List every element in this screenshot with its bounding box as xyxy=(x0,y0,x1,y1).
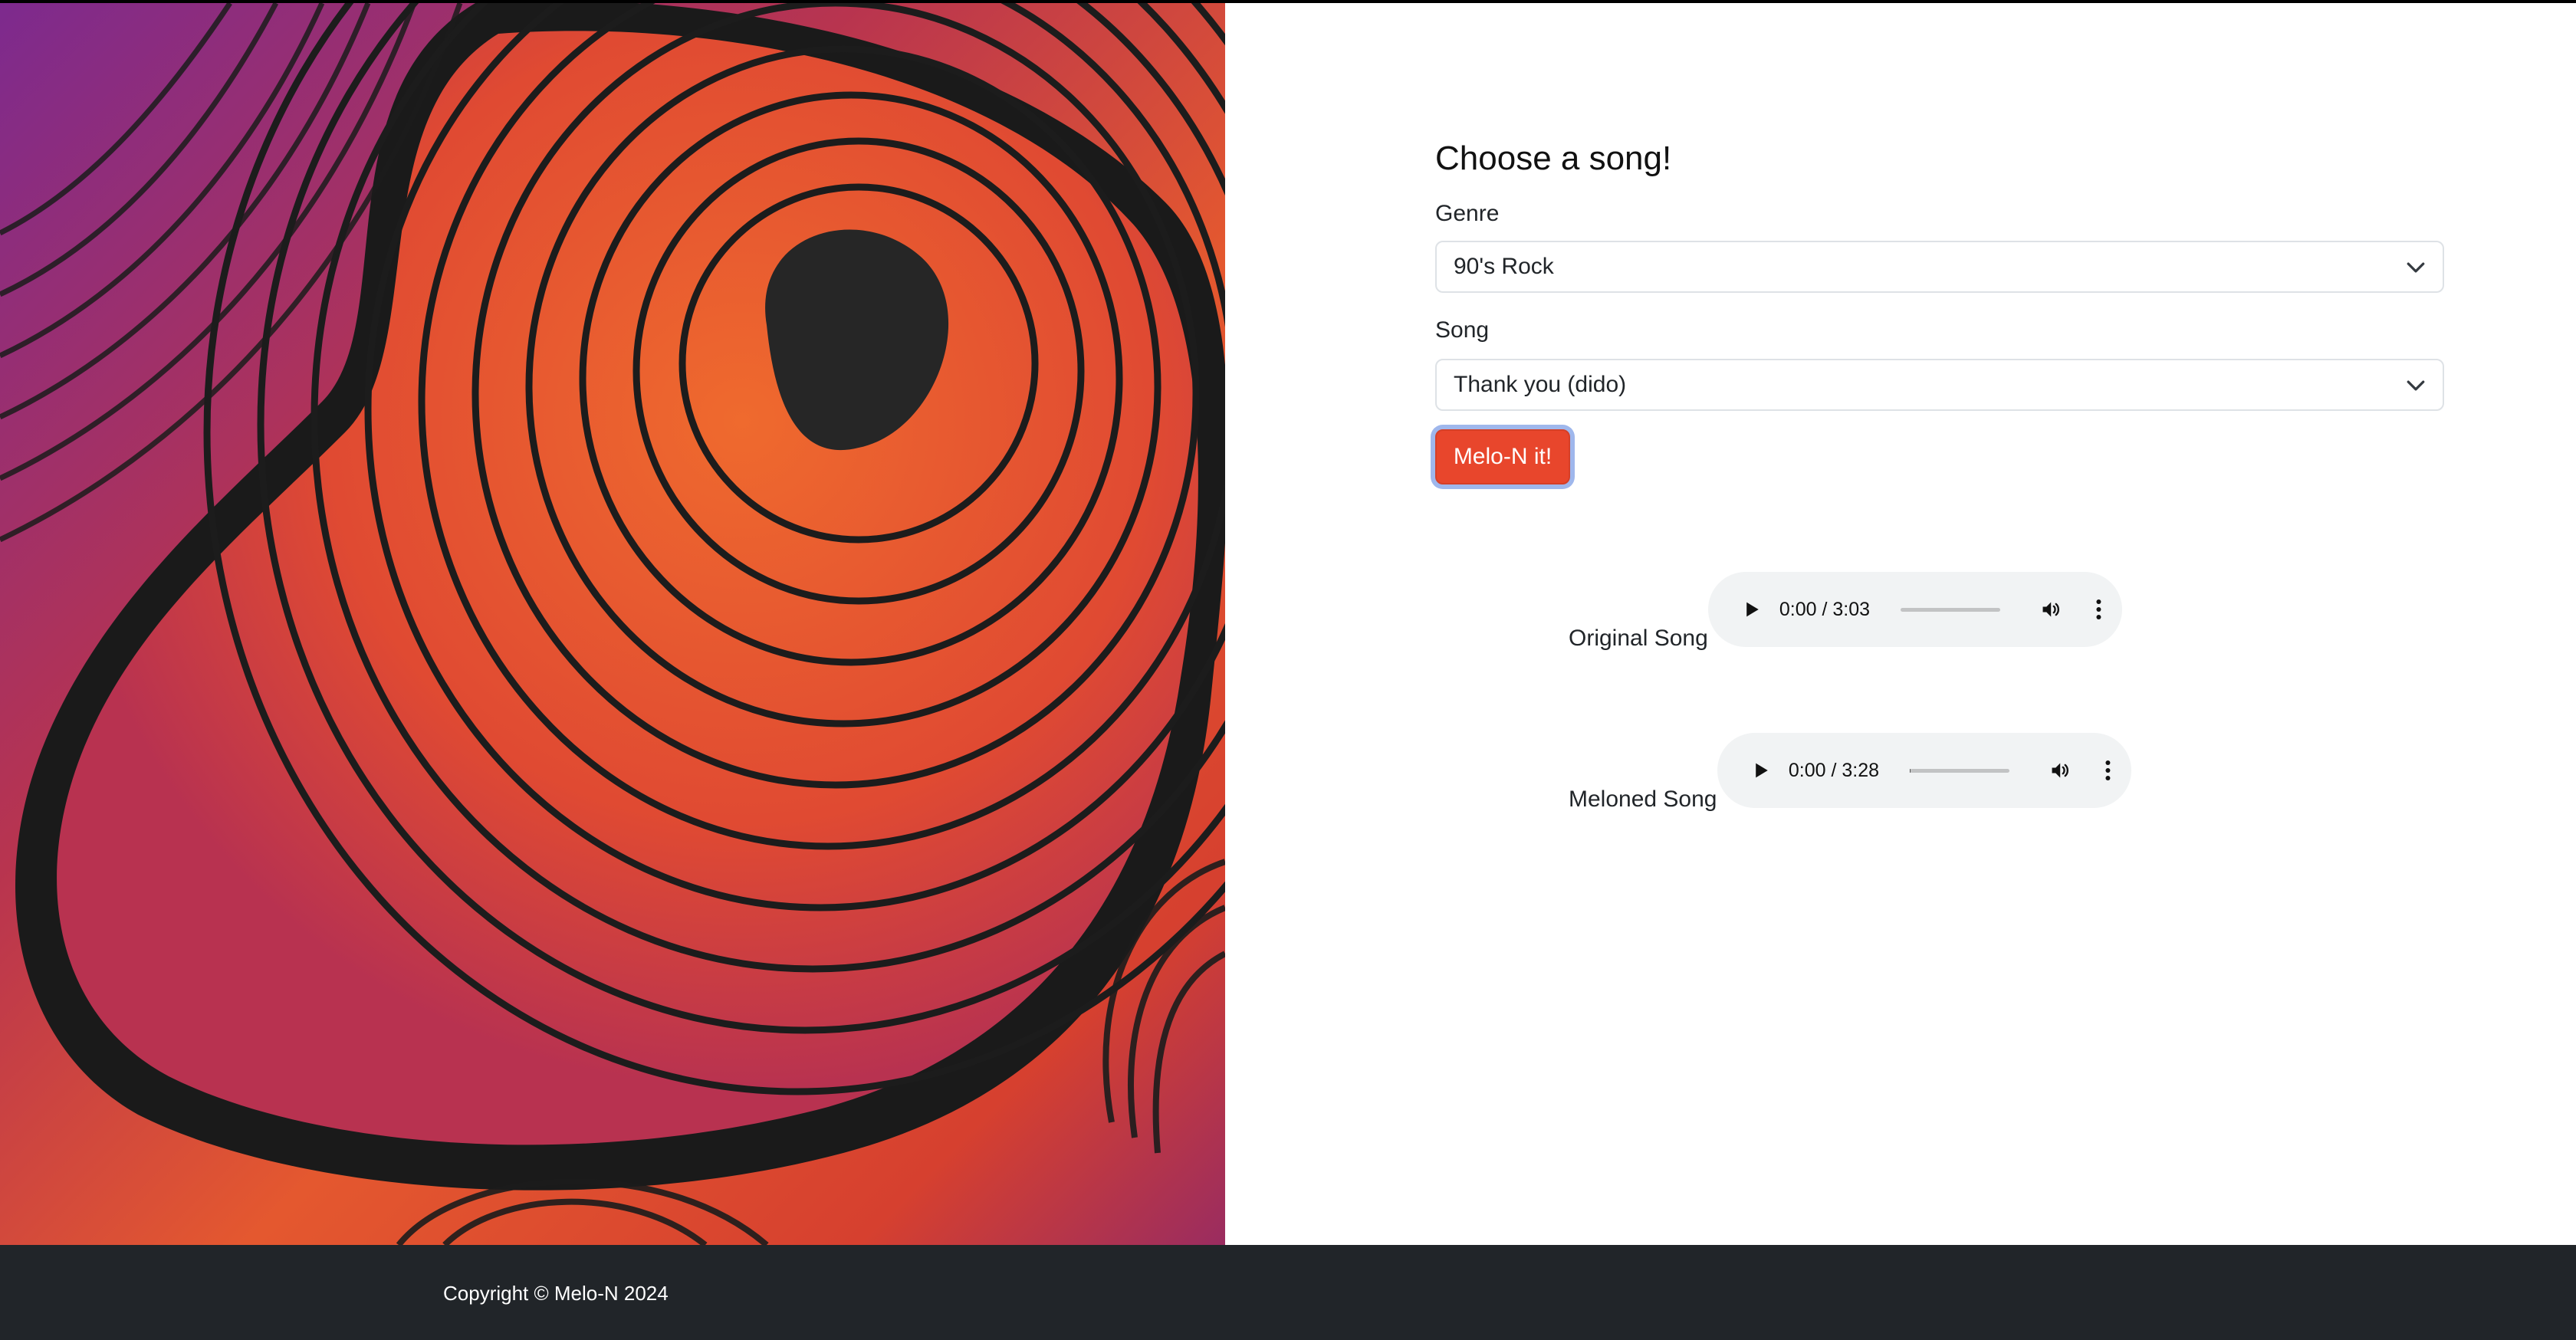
original-seek-bar[interactable] xyxy=(1901,607,2000,612)
song-label: Song xyxy=(1435,317,1490,343)
page-footer: Copyright © Melo-N 2024 xyxy=(0,1245,2576,1340)
page-title: Choose a song! xyxy=(1435,140,1672,177)
song-selection-panel: Choose a song! Genre 90's Rock Song Than… xyxy=(1225,3,2576,1245)
genre-select[interactable]: 90's Rock xyxy=(1435,241,2444,293)
meloned-time-display: 0:00 / 3:28 xyxy=(1788,759,1880,781)
original-audio-player[interactable]: 0:00 / 3:03 xyxy=(1708,572,2122,647)
play-icon[interactable] xyxy=(1751,760,1770,781)
more-vertical-icon[interactable] xyxy=(2095,598,2102,621)
original-time-display: 0:00 / 3:03 xyxy=(1779,598,1871,620)
chevron-down-icon xyxy=(2407,262,2425,273)
volume-icon[interactable] xyxy=(2040,597,2062,622)
melon-it-button[interactable]: Melo-N it! xyxy=(1435,429,1570,484)
genre-label: Genre xyxy=(1435,201,1500,226)
copyright-text: Copyright © Melo-N 2024 xyxy=(443,1282,669,1305)
chevron-down-icon xyxy=(2407,380,2425,391)
more-vertical-icon[interactable] xyxy=(2104,759,2111,782)
genre-select-value: 90's Rock xyxy=(1454,254,1554,279)
song-select-value: Thank you (dido) xyxy=(1454,372,1627,397)
meloned-song-label: Meloned Song xyxy=(1569,787,1717,812)
meloned-progress-fill xyxy=(1910,768,1911,773)
original-song-label: Original Song xyxy=(1569,626,1708,651)
hero-artwork xyxy=(0,3,1225,1245)
song-select[interactable]: Thank you (dido) xyxy=(1435,359,2444,411)
play-icon[interactable] xyxy=(1742,599,1761,620)
meloned-seek-bar[interactable] xyxy=(1910,768,2009,773)
meloned-audio-player[interactable]: 0:00 / 3:28 xyxy=(1717,733,2131,808)
volume-icon[interactable] xyxy=(2049,758,2071,783)
